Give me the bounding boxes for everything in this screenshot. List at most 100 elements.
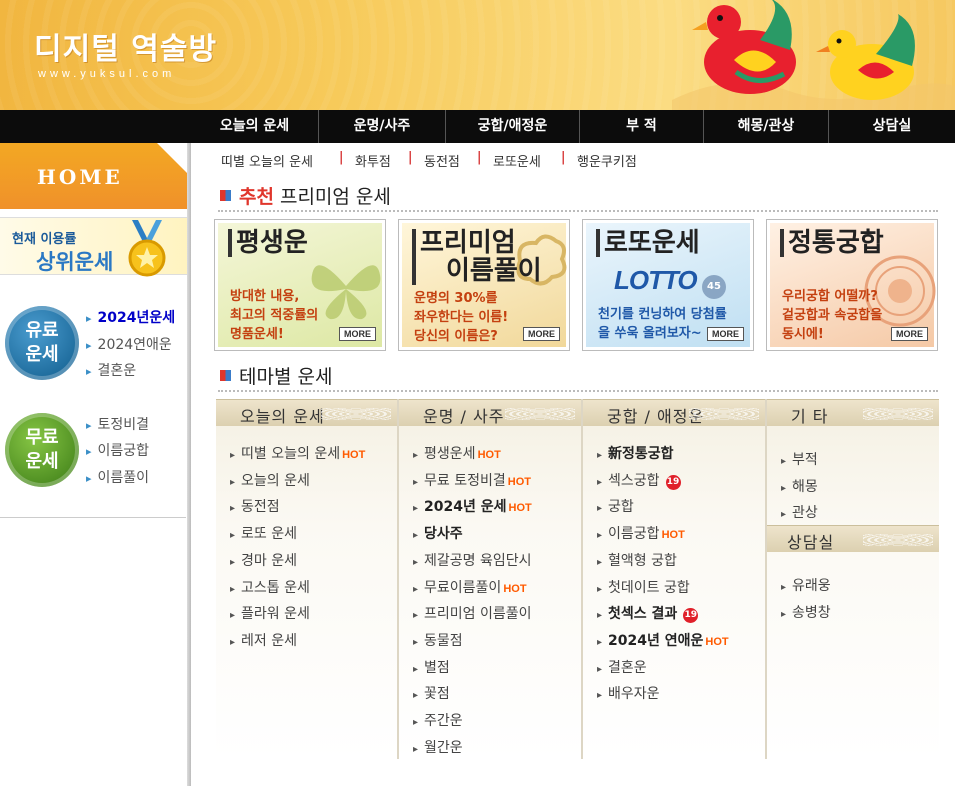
more-button[interactable]: MORE (891, 327, 928, 341)
arrow-icon: ▸ (781, 509, 787, 520)
arrow-icon: ▸ (413, 530, 419, 541)
column-header: 운명 / 사주 (399, 399, 581, 426)
theme-item-link[interactable]: ▸ 경마 운세 (230, 550, 297, 570)
nav-destiny-saju[interactable]: 운명/사주 (318, 110, 445, 143)
arrow-icon: ▸ (597, 557, 603, 568)
theme-item-link[interactable]: ▸ 이름궁합 HOT (597, 523, 685, 543)
sidebar-link-2024-love[interactable]: ▸ 2024연애운 (86, 334, 172, 354)
theme-item-link[interactable]: ▸ 유래웅 (781, 575, 831, 595)
arrow-icon: ▸ (781, 483, 787, 494)
arrow-icon: ▸ (413, 690, 419, 701)
arrow-icon: ▸ (230, 450, 236, 461)
theme-item-link[interactable]: ▸ 관상 (781, 502, 818, 522)
theme-item-link[interactable]: ▸ 주간운 (413, 710, 463, 730)
site-header: 디지털 역술방 www.yuksul.com (0, 0, 955, 110)
subnav-lucky-cookie[interactable]: 행운쿠키점 (577, 151, 637, 170)
sidebar-link-name-match[interactable]: ▸ 이름궁합 (86, 440, 149, 460)
sidebar-link-marriage[interactable]: ▸ 결혼운 (86, 360, 136, 380)
subnav-hwatu[interactable]: 화투점 (355, 151, 391, 170)
hot-badge: HOT (661, 529, 685, 541)
subnav-lotto[interactable]: 로또운세 (493, 151, 541, 170)
theme-item-link[interactable]: ▸ 동물점 (413, 630, 463, 650)
theme-item-link[interactable]: ▸ 무료이름풀이 HOT (413, 577, 527, 597)
sidebar: HOME 현재 이용률 상위운세 유료 운세 ▸ 2024년운세 ▸ 2024연애운 … (0, 143, 191, 786)
nav-talisman[interactable]: 부 적 (579, 110, 703, 143)
theme-item-link[interactable]: ▸ 新정통궁합 (597, 443, 674, 463)
bullet-square-icon (220, 370, 231, 381)
nav-today-fortune[interactable]: 오늘의 운세 (191, 110, 318, 143)
column-header: 오늘의 운세 (216, 399, 397, 426)
theme-item-link[interactable]: ▸ 2024년 운세 HOT (413, 496, 532, 516)
theme-item-link[interactable]: ▸ 무료 토정비결 HOT (413, 470, 531, 490)
theme-item-link[interactable]: ▸ 부적 (781, 449, 818, 469)
nav-counsel[interactable]: 상담실 (828, 110, 955, 143)
theme-item-link[interactable]: ▸ 동전점 (230, 496, 280, 516)
arrow-icon: ▸ (597, 690, 603, 701)
theme-item-link[interactable]: ▸ 꽃점 (413, 683, 450, 703)
theme-item-link[interactable]: ▸ 해몽 (781, 476, 818, 496)
card-premium-name[interactable]: 프리미엄 이름풀이 운명의 30%를 좌우한다는 이름! 당신의 이름은? MORE (398, 219, 570, 351)
theme-item-link[interactable]: ▸ 첫섹스 결과 19 (597, 603, 699, 623)
card-title: 로또운세 (596, 229, 700, 257)
theme-item-link[interactable]: ▸ 궁합 (597, 496, 634, 516)
nav-dream-face[interactable]: 해몽/관상 (703, 110, 828, 143)
theme-item-link[interactable]: ▸ 제갈공명 육임단시 (413, 550, 532, 570)
arrow-icon: ▸ (597, 637, 603, 648)
theme-item-link[interactable]: ▸ 평생운세 HOT (413, 443, 501, 463)
arrow-icon: ▸ (230, 610, 236, 621)
theme-item-link[interactable]: ▸ 섹스궁합 19 (597, 470, 681, 490)
more-button[interactable]: MORE (707, 327, 744, 341)
theme-item-link[interactable]: ▸ 고스톱 운세 (230, 577, 310, 597)
arrow-icon: ▸ (597, 530, 603, 541)
site-logo-url: www.yuksul.com (38, 68, 176, 80)
arrow-icon: ▸ (413, 477, 419, 488)
card-lifetime-fortune[interactable]: 평생운 방대한 내용, 최고의 적중률의 명품운세! MORE (214, 219, 386, 351)
theme-column: 운명 / 사주 ▸ 평생운세 HOT ▸ 무료 토정비결 HOT ▸ 2024년 운세 HOT ▸ 당… (399, 399, 581, 759)
theme-item-link[interactable]: ▸ 결혼운 (597, 657, 647, 677)
card-lotto-fortune[interactable]: 로또운세 LOTTO 45 천기를 컨닝하여 당첨률 을 쑤욱 올려보자~ MOR… (582, 219, 754, 351)
rank-line2: 상위운세 (36, 250, 114, 274)
card-title: 프리미엄 이름풀이 (412, 229, 542, 285)
theme-item-link[interactable]: ▸ 띠별 오늘의 운세 HOT (230, 443, 365, 463)
home-button[interactable]: HOME (0, 143, 191, 209)
sidebar-link-name-reading[interactable]: ▸ 이름풀이 (86, 467, 149, 487)
site-logo-title[interactable]: 디지털 역술방 (34, 24, 217, 68)
card-traditional-match[interactable]: 정통궁합 우리궁합 어떨까? 겉궁합과 속궁합을 동시에! MORE (766, 219, 938, 351)
arrow-icon: ▸ (86, 419, 92, 432)
theme-item-link[interactable]: ▸ 배우자운 (597, 683, 660, 703)
theme-item-link[interactable]: ▸ 2024년 연애운 HOT (597, 630, 729, 650)
card-title: 정통궁합 (780, 229, 884, 257)
theme-item-link[interactable]: ▸ 별점 (413, 657, 450, 677)
theme-item-link[interactable]: ▸ 월간운 (413, 737, 463, 757)
theme-item-link[interactable]: ▸ 오늘의 운세 (230, 470, 310, 490)
arrow-icon: ▸ (86, 472, 92, 485)
more-button[interactable]: MORE (339, 327, 376, 341)
arrow-icon: ▸ (597, 610, 603, 621)
theme-item-link[interactable]: ▸ 당사주 (413, 523, 463, 543)
sidebar-link-2024-fortune[interactable]: ▸ 2024년운세 (86, 307, 175, 327)
sidebar-divider (0, 517, 186, 518)
theme-item-link[interactable]: ▸ 플라워 운세 (230, 603, 310, 623)
column-header: 기 타 (767, 399, 939, 426)
hot-badge: HOT (507, 476, 531, 488)
theme-item-link[interactable]: ▸ 첫데이트 궁합 (597, 577, 690, 597)
arrow-icon: ▸ (781, 582, 787, 593)
medal-icon (128, 220, 166, 277)
theme-item-link[interactable]: ▸ 혈액형 궁합 (597, 550, 677, 570)
hot-badge: HOT (477, 449, 501, 461)
arrow-icon: ▸ (597, 664, 603, 675)
theme-item-link[interactable]: ▸ 레저 운세 (230, 630, 297, 650)
nav-compatibility[interactable]: 궁합/애정운 (445, 110, 579, 143)
arrow-icon: ▸ (86, 312, 92, 325)
top-fortune-banner[interactable]: 현재 이용률 상위운세 (0, 217, 188, 277)
theme-item-link[interactable]: ▸ 로또 운세 (230, 523, 297, 543)
subnav-zodiac-today[interactable]: 띠별 오늘의 운세 (221, 151, 313, 170)
more-button[interactable]: MORE (523, 327, 560, 341)
theme-item-link[interactable]: ▸ 송병창 (781, 602, 831, 622)
arrow-icon: ▸ (230, 637, 236, 648)
theme-item-link[interactable]: ▸ 프리미엄 이름풀이 (413, 603, 532, 623)
subnav-coin[interactable]: 동전점 (424, 151, 460, 170)
arrow-icon: ▸ (413, 503, 419, 514)
column-header: 상담실 (767, 525, 939, 552)
sidebar-link-tojeong[interactable]: ▸ 토정비결 (86, 414, 149, 434)
